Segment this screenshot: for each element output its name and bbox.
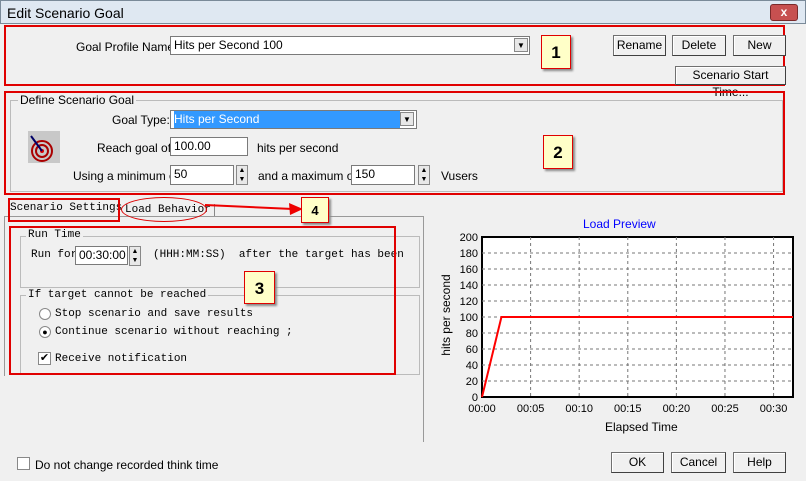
new-button[interactable]: New (733, 35, 786, 56)
y-tick-label: 60 (466, 344, 478, 356)
y-tick-label: 20 (466, 376, 478, 388)
delete-button[interactable]: Delete (672, 35, 726, 56)
y-tick-label: 40 (466, 360, 478, 372)
minimum-vusers-input[interactable]: 50 (170, 165, 234, 185)
y-tick-label: 120 (460, 296, 478, 308)
reach-goal-input[interactable]: 100.00 (170, 137, 248, 156)
goal-profile-value: Hits per Second 100 (174, 38, 283, 52)
think-time-checkbox[interactable] (17, 457, 30, 470)
maximum-label: and a maximum of (258, 169, 357, 183)
annotation-box-3 (9, 226, 396, 375)
cancel-button[interactable]: Cancel (671, 452, 726, 473)
y-tick-label: 160 (460, 264, 478, 276)
load-preview-chart: 02040608010012014016018020000:00 00:05 00:… (460, 232, 794, 415)
y-axis-label: hits per second (439, 274, 453, 356)
scenario-start-time-button[interactable]: Scenario Start Time... (675, 66, 786, 99)
y-tick-label: 80 (466, 328, 478, 340)
x-tick-label: 00:30 (760, 403, 788, 415)
goal-type-dropdown[interactable]: Hits per Second (170, 110, 417, 129)
annotation-box-tab (8, 198, 120, 222)
chevron-down-icon[interactable]: ▼ (514, 38, 528, 52)
y-tick-label: 180 (460, 248, 478, 260)
reach-goal-unit: hits per second (257, 141, 339, 155)
x-axis-label: Elapsed Time (605, 420, 678, 434)
minimum-spinner[interactable]: ▲ ▼ (236, 165, 248, 185)
think-time-label: Do not change recorded think time (35, 458, 219, 472)
chevron-down-icon[interactable]: ▼ (400, 112, 414, 126)
annotation-note-1: 1 (541, 35, 571, 69)
annotation-note-4: 4 (301, 197, 329, 223)
window-title: Edit Scenario Goal (7, 5, 124, 21)
annotation-ellipse (121, 197, 207, 222)
goal-profile-label: Goal Profile Name: (76, 40, 178, 54)
maximum-spinner[interactable]: ▲ ▼ (418, 165, 430, 185)
x-tick-label: 00:25 (711, 403, 739, 415)
annotation-note-2: 2 (543, 135, 573, 169)
ok-button[interactable]: OK (611, 452, 664, 473)
x-tick-label: 00:05 (517, 403, 545, 415)
x-tick-label: 00:00 (468, 403, 496, 415)
goal-profile-dropdown[interactable]: Hits per Second 100 (170, 36, 530, 55)
rename-button[interactable]: Rename (613, 35, 666, 56)
annotation-arrow (205, 203, 303, 215)
vusers-label: Vusers (441, 169, 478, 183)
help-button[interactable]: Help (733, 452, 786, 473)
y-tick-label: 200 (460, 232, 478, 244)
annotation-note-3: 3 (244, 271, 275, 304)
maximum-vusers-input[interactable]: 150 (351, 165, 415, 185)
x-tick-label: 00:10 (565, 403, 593, 415)
chart-title: Load Preview (583, 217, 656, 231)
y-tick-label: 100 (460, 312, 478, 324)
goal-type-label: Goal Type: (112, 113, 170, 127)
goal-type-value: Hits per Second (174, 111, 400, 128)
reach-goal-label: Reach goal of (97, 141, 172, 155)
close-button[interactable]: x (770, 4, 798, 21)
x-tick-label: 00:15 (614, 403, 642, 415)
x-tick-label: 00:20 (663, 403, 691, 415)
y-tick-label: 140 (460, 280, 478, 292)
annotation-box-1 (4, 25, 785, 86)
minimum-label: Using a minimum of (73, 169, 180, 183)
target-icon (28, 131, 60, 163)
